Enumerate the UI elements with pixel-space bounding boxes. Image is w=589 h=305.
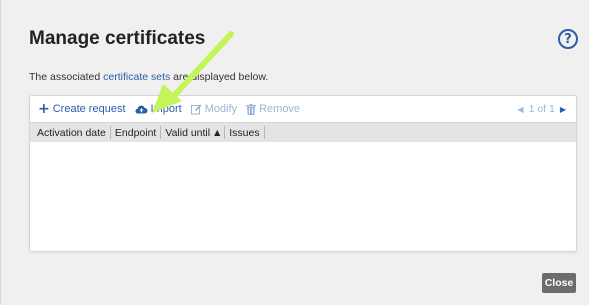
previous-page-icon[interactable]: ◀ [517,105,523,114]
sort-ascending-icon: ▲ [214,128,221,137]
pager: ◀ 1 of 1 ▶ [517,96,566,122]
table-header: Activation date Endpoint Valid until ▲ I… [30,122,576,142]
column-label: Valid until [165,126,211,139]
column-label: Issues [229,126,260,139]
column-issues[interactable]: Issues [229,126,265,139]
help-icon[interactable]: ? [558,29,578,49]
trash-icon [246,103,257,115]
description-text: The associated certificate sets are disp… [29,71,268,83]
certificates-panel: + Create request Import Modify Remove ◀ … [29,95,577,252]
column-label: Endpoint [114,126,157,139]
modify-button[interactable]: Modify [190,103,238,115]
column-endpoint[interactable]: Endpoint [114,126,162,139]
column-label: Activation date [37,126,106,139]
plus-icon: + [38,100,50,117]
certificate-sets-link[interactable]: certificate sets [103,71,170,83]
column-activation-date[interactable]: Activation date [37,126,111,139]
cloud-upload-icon [135,105,147,114]
close-button[interactable]: Close [542,273,576,293]
pager-text: 1 of 1 [528,103,555,115]
remove-button[interactable]: Remove [246,103,300,115]
import-label: Import [150,103,182,115]
table-body [30,142,576,251]
description-prefix: The associated [29,71,104,83]
toolbar: + Create request Import Modify Remove ◀ … [30,96,576,122]
create-request-label: Create request [52,103,126,115]
manage-certificates-dialog: Manage certificates ? The associated cer… [0,0,589,305]
create-request-button[interactable]: + Create request [38,100,126,117]
dialog-title: Manage certificates [29,28,206,49]
next-page-icon[interactable]: ▶ [560,105,566,114]
modify-label: Modify [204,103,238,115]
description-suffix: are displayed below. [170,71,269,83]
import-button[interactable]: Import [135,103,182,115]
column-valid-until[interactable]: Valid until ▲ [165,126,226,139]
remove-label: Remove [259,103,301,115]
edit-icon [190,104,202,114]
